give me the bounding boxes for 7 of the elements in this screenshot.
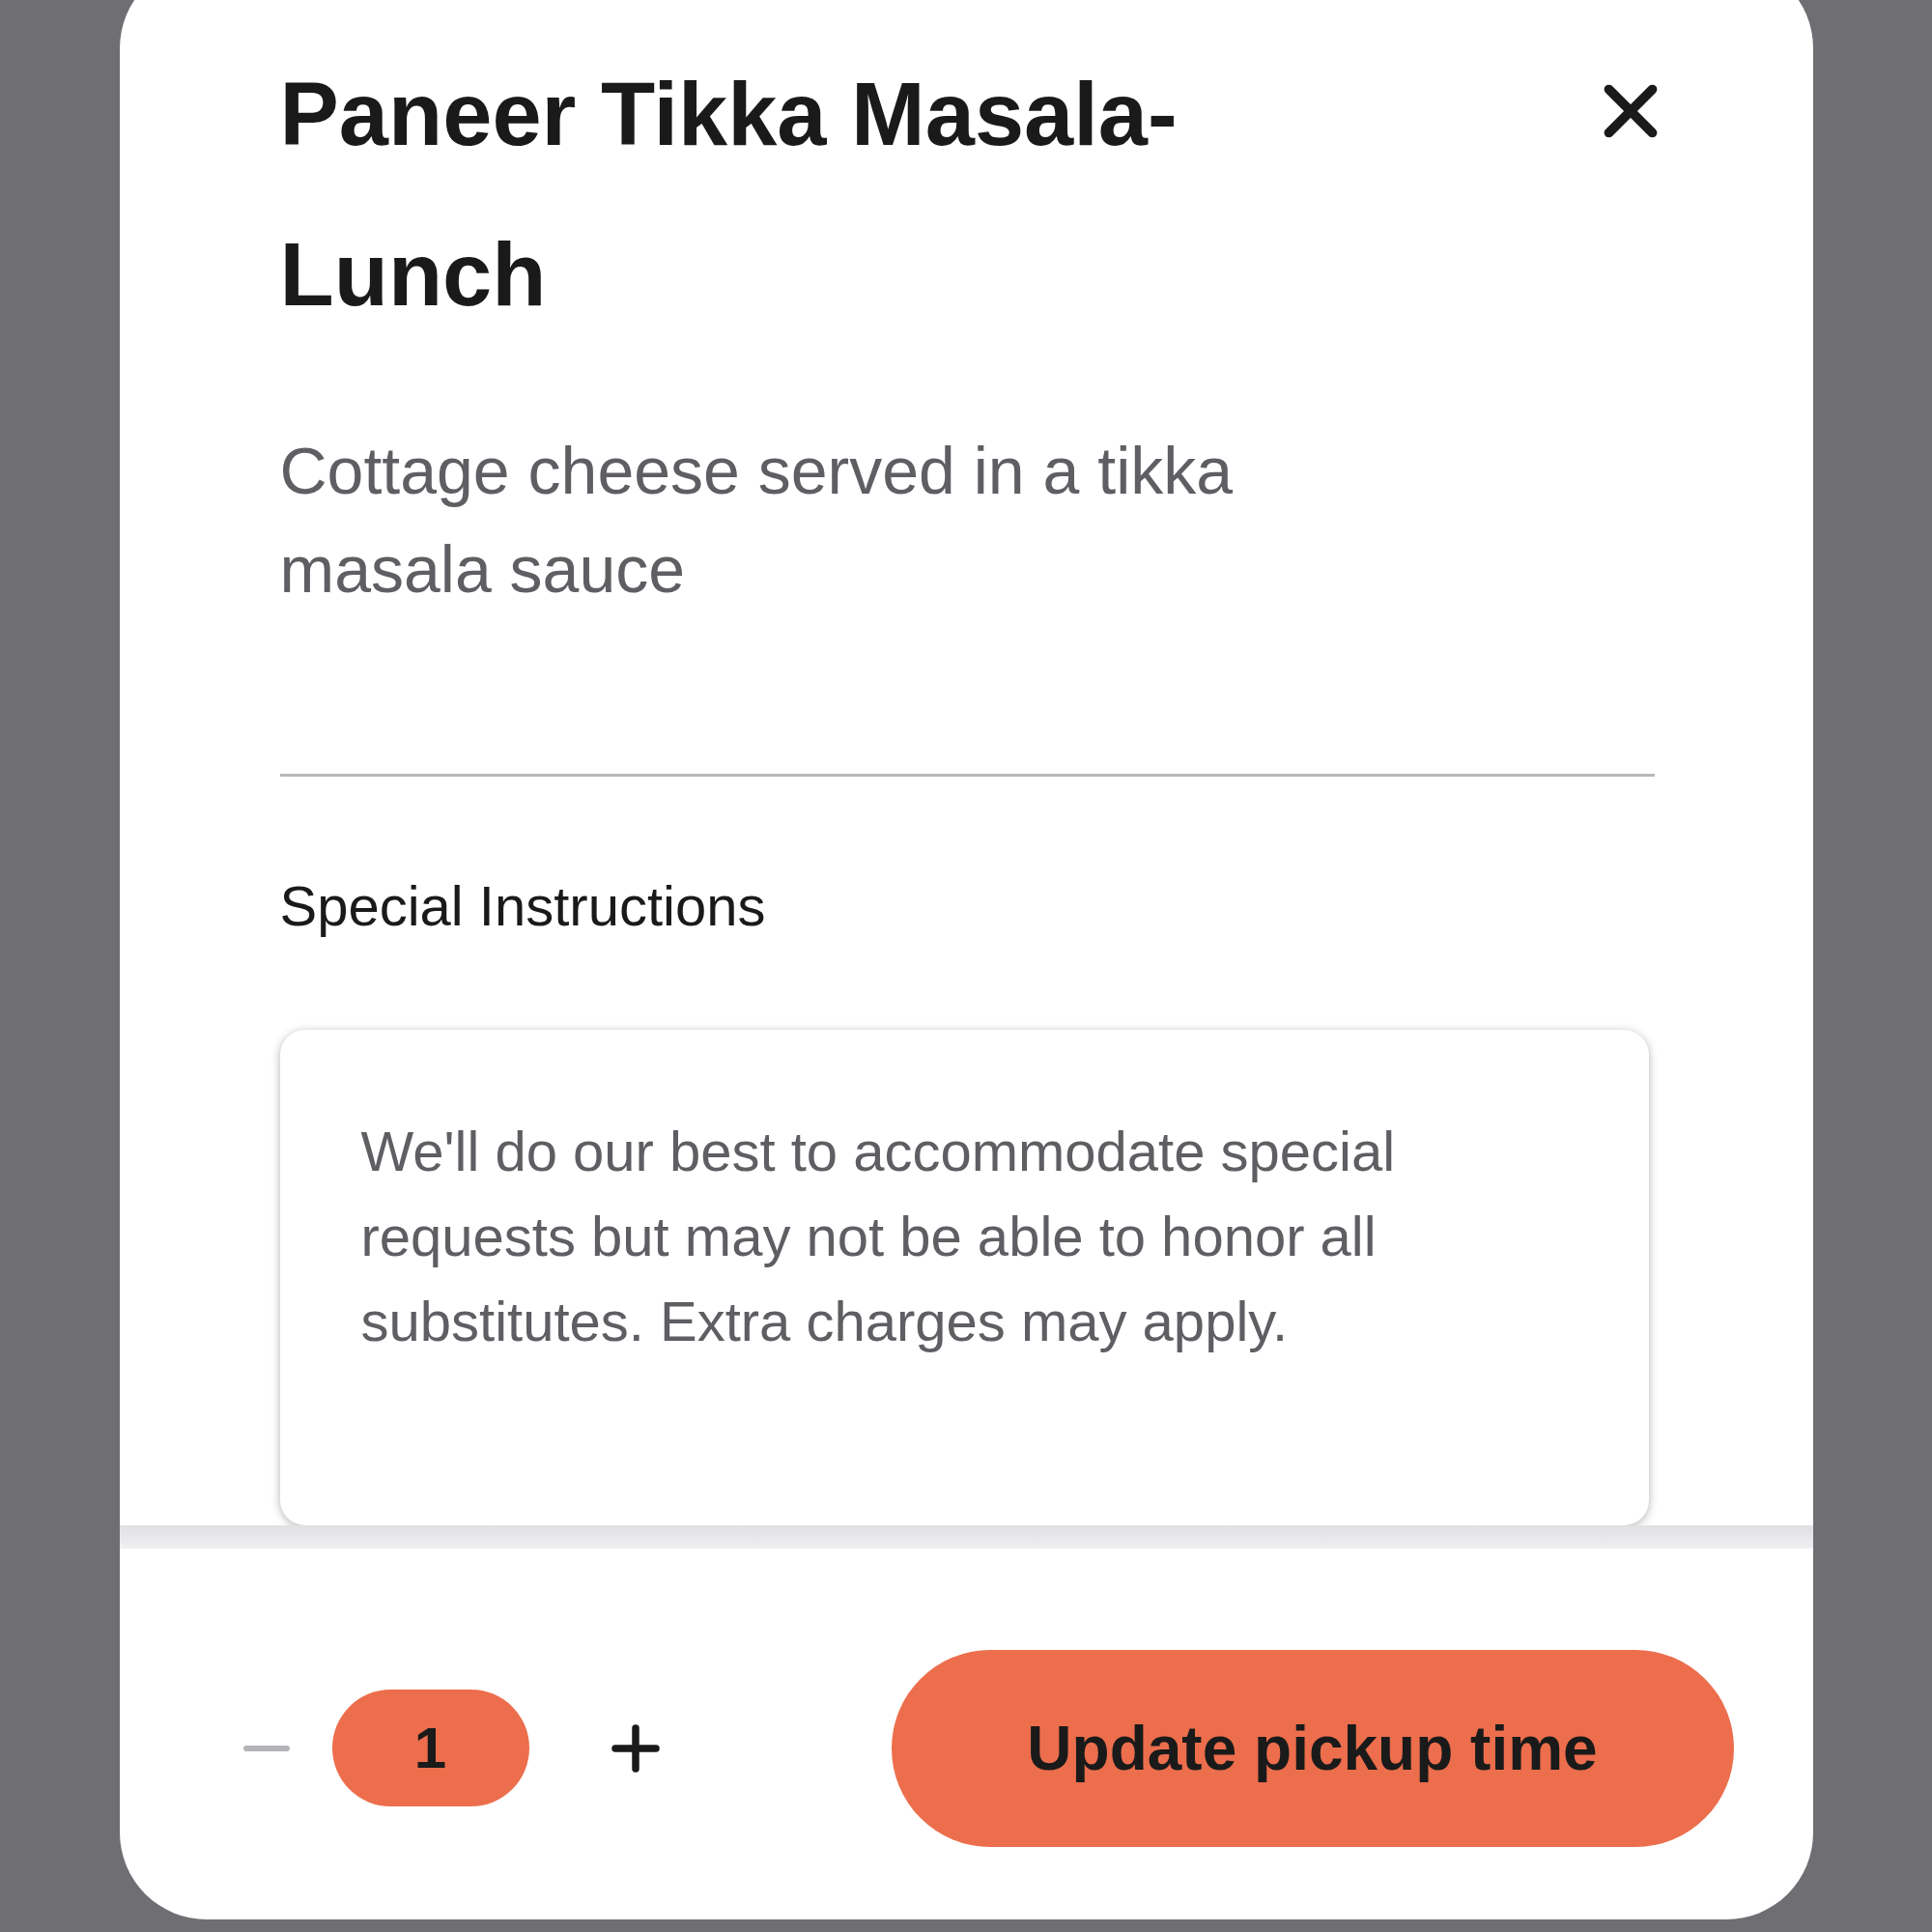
quantity-count: 1 xyxy=(331,1690,529,1807)
dish-description: Cottage cheese served in a tikka masala sauce xyxy=(279,433,1235,608)
instructions-field[interactable]: We'll do our best to accommodate special requests but may not be able to honor all substitutes. Extra charges may apply. xyxy=(279,1030,1649,1525)
minus-icon xyxy=(242,1745,290,1751)
update-pickup-time-button[interactable]: Update pickup time xyxy=(891,1649,1734,1847)
section-label: Special Instructions xyxy=(279,873,767,939)
dish-title: Paneer Tikka Masala-Lunch xyxy=(279,64,1179,326)
